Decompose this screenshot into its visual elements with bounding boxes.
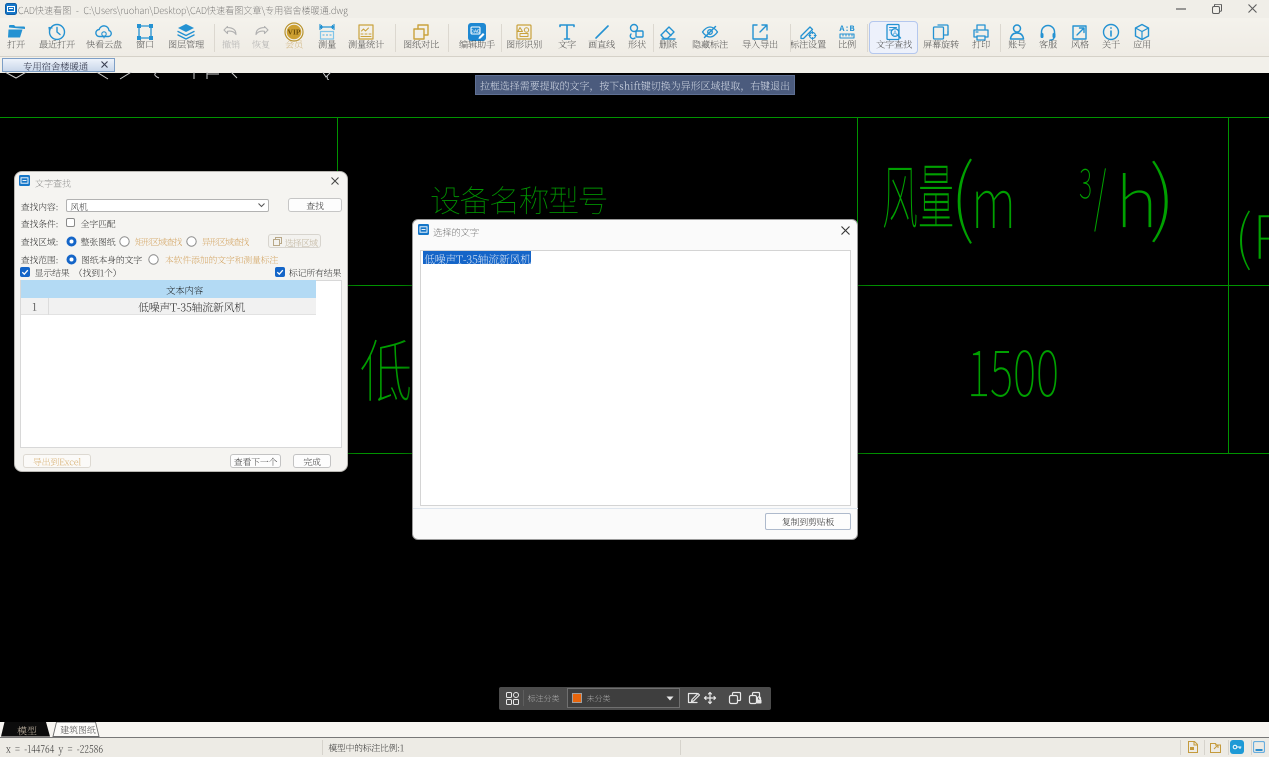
svg-text:A:B: A:B <box>839 24 854 34</box>
svg-text:CAD: CAD <box>471 29 481 34</box>
svg-text:A: A <box>893 31 897 37</box>
svg-text:VIP: VIP <box>288 28 301 37</box>
